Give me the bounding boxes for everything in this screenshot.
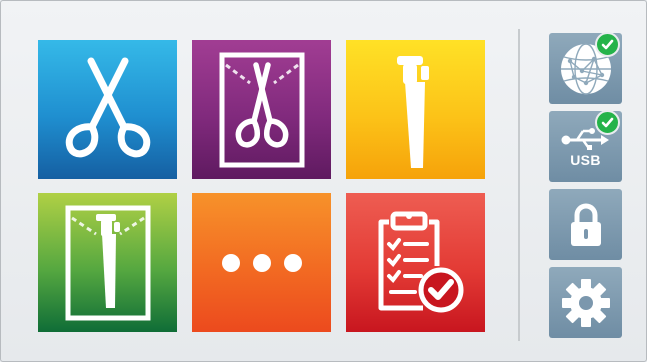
records-tile[interactable] — [346, 193, 485, 332]
handpiece-icon — [396, 55, 429, 168]
main-screen: USB — [0, 0, 647, 362]
settings-button[interactable] — [549, 267, 622, 338]
network-button[interactable] — [549, 32, 622, 104]
more-options-tile[interactable] — [192, 193, 331, 332]
network-status-check-icon — [595, 32, 620, 57]
lock-button[interactable] — [549, 189, 622, 260]
handpiece-tile[interactable] — [346, 40, 485, 179]
wrapped-handpiece-icon — [65, 205, 150, 320]
clipboard-check-icon — [378, 211, 463, 312]
usb-label: USB — [570, 151, 601, 168]
vertical-divider — [518, 29, 520, 341]
gear-icon — [561, 278, 610, 327]
usb-status-check-icon — [595, 110, 620, 135]
usb-button[interactable]: USB — [549, 110, 622, 182]
wrapped-forceps-icon — [219, 52, 304, 167]
wrapped-handpiece-tile[interactable] — [38, 193, 177, 332]
instruments-tile[interactable] — [38, 40, 177, 179]
forceps-icon — [65, 57, 150, 157]
more-dots-icon — [221, 253, 302, 272]
wrapped-instruments-tile[interactable] — [192, 40, 331, 179]
lock-icon — [570, 203, 601, 246]
